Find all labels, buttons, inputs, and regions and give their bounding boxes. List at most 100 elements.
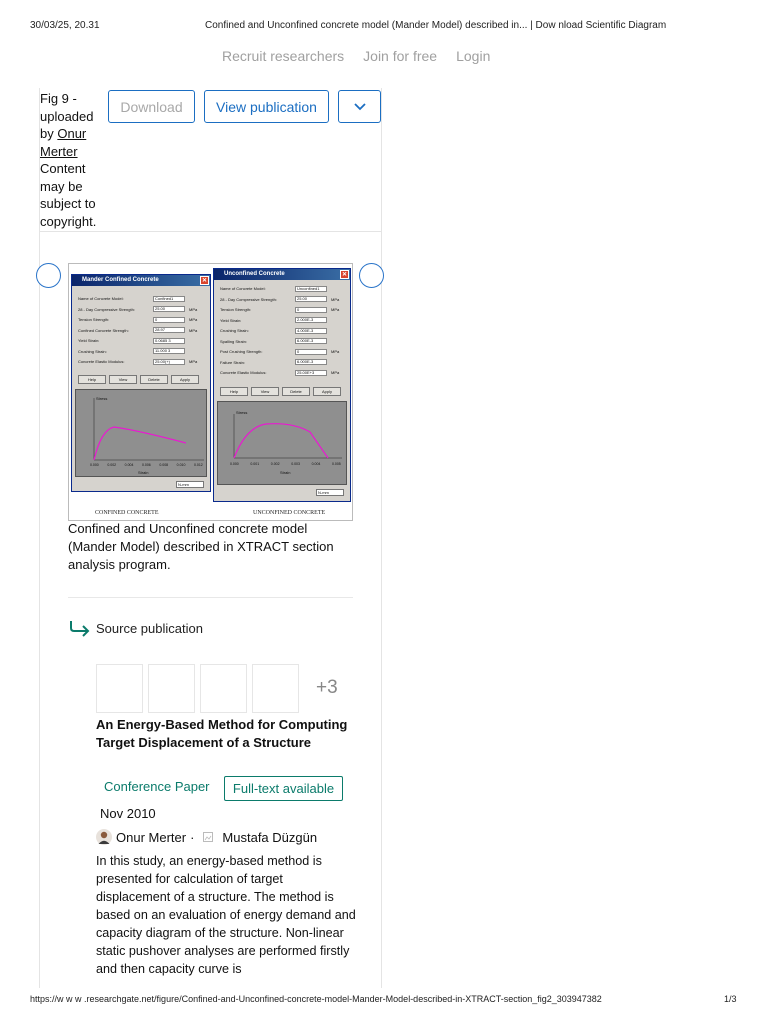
figure-image[interactable]: Mander Confined Concrete ✕ Name of Concre… — [68, 263, 353, 521]
x-tick-label: 0.000 — [230, 462, 239, 466]
login-link[interactable]: Login — [456, 48, 490, 64]
field-label: Name of Concrete Model: — [78, 296, 124, 301]
apply-button: Apply — [171, 375, 199, 384]
field-unit: MPa — [331, 370, 340, 375]
form-row: Name of Concrete Model: Unconfined1 — [220, 285, 331, 292]
form-row: Spalling Strain: 6.000E-3 — [220, 338, 331, 345]
view-publication-button[interactable]: View publication — [204, 90, 329, 123]
card-border-right — [381, 88, 382, 988]
field-unit: MPa — [189, 317, 198, 322]
field-label: Concrete Elastic Modulus: — [220, 370, 267, 375]
form-row: Yield Strain: 2.000E-3 — [220, 317, 331, 324]
form-row: Tension Strength: 0 MPa — [220, 306, 339, 313]
join-for-free-link[interactable]: Join for free — [363, 48, 437, 64]
download-button[interactable]: Download — [108, 90, 195, 123]
author-list: Onur Merter · Mustafa Düzgün — [96, 829, 317, 845]
return-arrow-icon — [70, 621, 90, 637]
publication-title[interactable]: An Energy-Based Method for Computing Tar… — [96, 716, 356, 752]
field-label: Crushing Strain: — [78, 348, 107, 354]
field-value: 2.000E-3 — [295, 317, 327, 323]
top-nav: Recruit researchers Join for free Login — [222, 48, 490, 64]
form-row: Crushing Strain: 11.000 3 — [78, 348, 189, 355]
confined-curve — [93, 426, 187, 461]
form-row: Crushing Strain: 4.000E-3 — [220, 327, 331, 334]
form-row: Confined Concrete Strength: 28.97 MPa — [78, 327, 197, 334]
unconfined-curve — [233, 423, 329, 459]
publication-thumbnail[interactable] — [148, 664, 195, 713]
confined-curve-svg: Stress Strain 0.000 0.002 0.004 0.006 0.008 0… — [90, 396, 204, 475]
x-tick-label: 0.003 — [291, 462, 300, 466]
recruit-researchers-link[interactable]: Recruit researchers — [222, 48, 344, 64]
x-tick-label: 0.004 — [125, 463, 134, 467]
author-placeholder-icon — [203, 832, 214, 842]
full-text-badge: Full-text available — [224, 776, 343, 801]
previous-figure-button[interactable] — [36, 263, 61, 288]
field-value: 25.00E+3 — [295, 369, 327, 376]
form-row: Concrete Elastic Modulus: 25.00E+3 MPa — [220, 369, 339, 376]
field-value: 28.97 — [153, 327, 185, 333]
form-row: Name of Concrete Model: Confined1 — [78, 295, 189, 302]
view-button: View — [251, 387, 279, 396]
window-buttons: Help View Delete Apply — [220, 387, 341, 396]
print-page-title: Confined and Unconfined concrete model (… — [205, 20, 667, 31]
field-unit: MPa — [331, 349, 340, 354]
field-value: 0 — [295, 348, 327, 355]
field-label: 28 - Day Compressive Strength: — [220, 296, 277, 302]
delete-button: Delete — [140, 375, 168, 384]
confined-caption: CONFINED CONCRETE — [95, 510, 159, 516]
x-tick-label: 0.010 — [177, 463, 186, 467]
publication-thumbnail[interactable] — [252, 664, 299, 713]
field-label: Post Crushing Strength: — [220, 349, 263, 354]
field-value: Confined1 — [153, 295, 185, 302]
help-button: Help — [220, 387, 248, 396]
form-row: Concrete Elastic Modulus: 25.00(+) MPa — [78, 358, 197, 365]
field-label: Name of Concrete Model: — [220, 286, 266, 291]
form-row: Tension Strength: 0 MPa — [78, 316, 197, 323]
chevron-down-icon — [353, 102, 366, 110]
x-tick-label: 0.000 — [90, 463, 99, 467]
field-label: Concrete Elastic Modulus: — [78, 359, 125, 364]
x-axis-label: Strain — [280, 470, 290, 475]
confined-concrete-window: Mander Confined Concrete ✕ Name of Concre… — [71, 274, 211, 492]
publication-thumbnail[interactable] — [200, 664, 247, 713]
y-axis-label: Stress — [96, 396, 107, 401]
field-value: 0 — [295, 306, 327, 313]
view-button: View — [109, 375, 137, 384]
unconfined-concrete-window: Unconfined Concrete ✕ Name of Concrete Mo… — [213, 268, 351, 502]
units-select: N-mm — [316, 489, 344, 496]
close-icon: ✕ — [340, 270, 349, 279]
uploader-link[interactable]: Onur — [57, 126, 86, 141]
field-label: Crushing Strain: — [220, 328, 249, 333]
field-value: 6.000E-3 — [295, 338, 327, 344]
field-unit: MPa — [189, 359, 198, 364]
print-datetime: 30/03/25, 20.31 — [30, 20, 100, 31]
x-tick-label: 0.005 — [332, 462, 341, 466]
field-unit: MPa — [331, 296, 340, 302]
x-tick-label: 0.012 — [194, 463, 203, 467]
field-value: 6.000E-3 — [295, 359, 327, 365]
uploader-link-last[interactable]: Merter — [40, 144, 78, 159]
author-separator: · — [190, 829, 195, 845]
more-options-button[interactable] — [338, 90, 381, 123]
figure-number: Fig 9 - — [40, 91, 77, 106]
unconfined-stress-strain-plot: Stress Strain 0.000 0.001 0.002 0.003 0.004 0… — [217, 401, 347, 485]
publication-abstract: In this study, an energy-based method is… — [96, 854, 356, 976]
close-icon: ✕ — [200, 276, 209, 285]
window-title: Mander Confined Concrete ✕ — [72, 275, 210, 286]
publication-thumbnail[interactable] — [96, 664, 143, 713]
field-label: Failure Strain: — [220, 359, 245, 365]
y-axis-label: Stress — [236, 410, 247, 415]
x-axis-label: Strain — [138, 470, 148, 475]
field-value: 0 — [153, 316, 185, 323]
x-tick-label: 0.001 — [250, 462, 259, 466]
field-value: 25.00 — [153, 306, 185, 312]
units-select: N-mm — [176, 481, 204, 488]
field-label: Yield Strain: — [220, 317, 242, 323]
publication-type: Conference Paper — [104, 779, 210, 794]
field-value: 0.0685 3 — [153, 337, 185, 344]
author-link[interactable]: Onur Merter — [116, 830, 186, 845]
more-thumbnails-count[interactable]: +3 — [316, 677, 338, 699]
author-link[interactable]: Mustafa Düzgün — [222, 830, 317, 845]
avatar — [96, 829, 112, 845]
next-figure-button[interactable] — [359, 263, 384, 288]
